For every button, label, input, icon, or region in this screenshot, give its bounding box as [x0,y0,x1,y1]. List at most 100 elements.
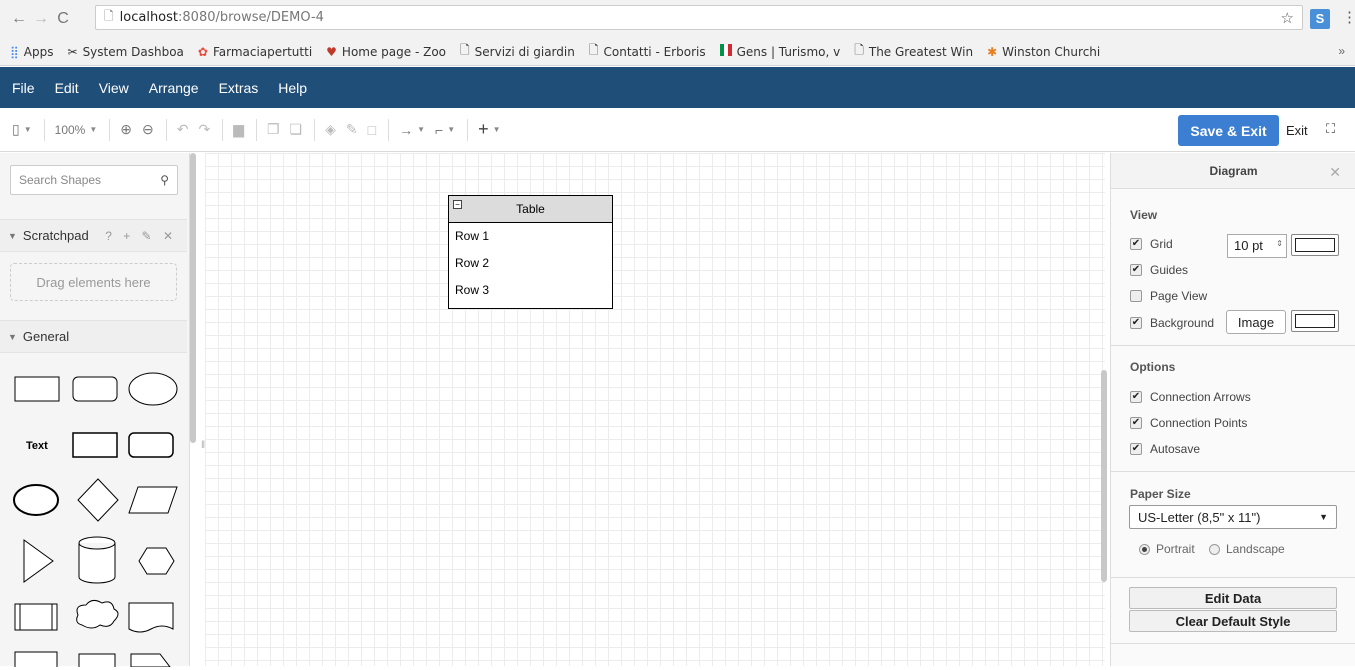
forward-icon[interactable]: → [30,10,52,28]
toolbar-divider [109,118,111,141]
exit-button[interactable]: Exit [1286,123,1308,138]
shape-parallelogram [128,486,178,514]
landscape-radio[interactable]: Landscape [1209,542,1285,556]
to-back-icon[interactable]: ❏ [290,121,303,138]
back-icon[interactable]: ← [8,10,30,28]
bookmark-greatest[interactable]: 🗋 The Greatest Win [854,41,973,62]
clear-default-style-button[interactable]: Clear Default Style [1129,610,1337,632]
table-row[interactable]: Row 2 [449,250,612,277]
menu-edit[interactable]: Edit [55,80,79,96]
options-section-title: Options [1130,360,1176,374]
bookmark-star-icon[interactable]: ☆ [1281,9,1294,27]
portrait-radio[interactable]: Portrait [1139,542,1195,556]
shape-double-ellipse [13,484,59,516]
table-header[interactable]: − Table [449,196,612,223]
shape-cylinder [78,536,116,584]
table-row[interactable]: Row 3 [449,277,612,304]
reload-icon[interactable]: C [52,10,74,28]
toolbar-divider [222,118,224,141]
toolbar-divider [165,118,167,141]
shape-cube-stub [78,653,116,670]
grid-color-swatch[interactable] [1291,234,1339,256]
shape-text: Text [26,440,48,452]
to-front-icon[interactable]: ❐ [267,121,280,138]
diagram-canvas[interactable] [205,153,1105,666]
connection-icon[interactable]: → ▼ [399,122,425,138]
extension-icon[interactable]: S [1310,9,1330,29]
fullscreen-icon[interactable]: ⛶ [1326,121,1335,137]
table-row[interactable]: Row 1 [449,223,612,250]
save-exit-button[interactable]: Save & Exit [1178,115,1279,146]
url-host: localhost [119,10,179,25]
bookmarks-more-icon[interactable]: » [1338,44,1345,58]
sidebar-scrollbar[interactable] [190,153,196,443]
bookmark-contatti[interactable]: 🗋 Contatti - Erboris [589,41,706,62]
autosave-checkbox[interactable]: ✔ Autosave [1130,442,1200,456]
redo-icon[interactable]: ↷ [198,121,210,138]
zoom-in-icon[interactable]: ⊕ [120,121,132,138]
bookmark-servizi[interactable]: 🗋 Servizi di giardin [460,41,575,62]
format-panel-icon[interactable]: ▯ ▼ [12,121,32,138]
scratchpad-actions[interactable]: ? + ✎ ✕ [105,229,177,243]
menu-arrange[interactable]: Arrange [149,80,199,96]
view-section-title: View [1130,208,1158,222]
background-color-swatch[interactable] [1291,310,1339,332]
fill-color-icon[interactable]: ◈ [325,121,336,138]
paper-size-section-title: Paper Size [1130,487,1191,501]
close-icon[interactable]: ✕ [1329,164,1341,181]
shape-textbox [72,432,118,458]
background-image-button[interactable]: Image [1226,310,1286,334]
edit-data-button[interactable]: Edit Data [1129,587,1337,609]
page-view-checkbox[interactable]: Page View [1130,289,1207,303]
insert-icon[interactable]: + ▼ [478,119,500,140]
menu-help[interactable]: Help [278,80,307,96]
table-shape[interactable]: − Table Row 1 Row 2 Row 3 [448,195,613,309]
browser-menu-icon[interactable]: ⋮ [1342,8,1355,26]
line-color-icon[interactable]: ✎ [346,121,358,138]
toolbar-divider [467,118,469,141]
address-bar[interactable]: 🗋 localhost:8080/browse/DEMO-4 ☆ [95,5,1303,30]
zoom-dropdown[interactable]: 100% ▼ [55,123,98,137]
search-icon: ⚲ [160,173,169,187]
spinner-icon[interactable]: ⇕ [1276,239,1283,248]
page-icon: 🗋 [104,9,114,23]
bookmark-apps[interactable]: ⣿ Apps [10,45,54,59]
grid-size-input[interactable]: 10 pt ⇕ [1227,234,1287,258]
delete-icon[interactable]: ▆ [233,121,244,138]
bookmarks-bar: ⣿ Apps ✂ System Dashboa ✿ Farmaciapertutti … [0,38,1355,66]
connection-arrows-checkbox[interactable]: ✔ Connection Arrows [1130,390,1251,404]
connection-points-checkbox[interactable]: ✔ Connection Points [1130,416,1247,430]
bookmark-zoo[interactable]: ♥ Home page - Zoo [326,45,446,59]
grid-checkbox[interactable]: ✔ Grid [1130,237,1173,251]
menu-extras[interactable]: Extras [219,80,259,96]
panel-title: Diagram [1111,153,1355,189]
url-path: :8080/browse/DEMO-4 [178,10,324,25]
shape-table-stub [14,651,58,670]
shape-rounded-rectangle [72,376,118,402]
shapes-sidebar: Search Shapes ⚲ ▼ Scratchpad ? + ✎ ✕ Dra… [0,153,190,670]
shape-triangle [23,539,54,583]
pinwheel-icon: ✱ [987,44,998,59]
bookmark-churchill[interactable]: ✱ Winston Churchi [987,45,1100,59]
bookmark-system-dashboard[interactable]: ✂ System Dashboa [68,45,184,59]
panel-divider [1111,345,1355,346]
undo-icon[interactable]: ↶ [177,121,189,138]
scratchpad-header[interactable]: ▼ Scratchpad ? + ✎ ✕ [0,219,187,252]
waypoints-icon[interactable]: ⌐ ▼ [435,122,455,138]
search-input[interactable]: Search Shapes ⚲ [10,165,178,195]
scratchpad-dropzone[interactable]: Drag elements here [10,263,177,301]
collapse-icon[interactable]: − [453,200,462,209]
menu-file[interactable]: File [12,80,35,96]
background-checkbox[interactable]: ✔ Background [1130,316,1214,330]
shadow-icon[interactable]: □ [368,122,376,138]
bookmark-gens[interactable]: Gens | Turismo, v [719,44,840,59]
guides-checkbox[interactable]: ✔ Guides [1130,263,1188,277]
shape-rounded-textbox [128,432,174,458]
dashboard-icon: ✂ [67,44,78,59]
canvas-scrollbar[interactable] [1101,370,1107,582]
general-header[interactable]: ▼ General [0,320,187,353]
menu-view[interactable]: View [99,80,129,96]
paper-size-select[interactable]: US-Letter (8,5" x 11") ▼ [1129,505,1337,529]
zoom-out-icon[interactable]: ⊖ [142,121,154,138]
bookmark-farmacia[interactable]: ✿ Farmaciapertutti [198,45,312,59]
